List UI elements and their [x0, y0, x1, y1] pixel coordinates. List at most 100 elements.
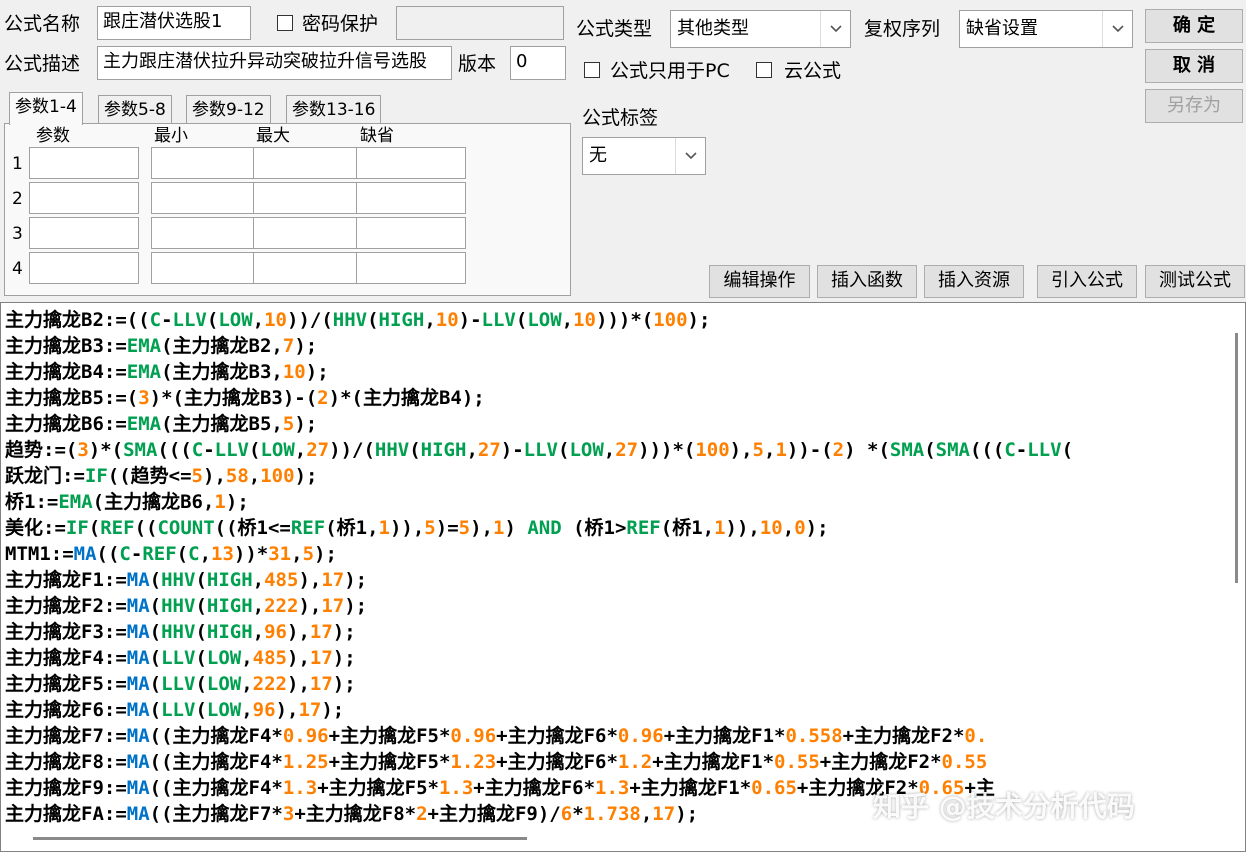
param-min-input[interactable]: [151, 147, 261, 179]
code-token: 31: [268, 543, 292, 565]
insert-resource-button[interactable]: 插入资源: [924, 265, 1024, 298]
vertical-scrollbar[interactable]: [1227, 303, 1245, 825]
save-as-button[interactable]: 另存为: [1145, 89, 1243, 123]
import-formula-button[interactable]: 引入公式: [1037, 265, 1137, 298]
code-line[interactable]: 主力擒龙F7:=MA((主力擒龙F4*0.96+主力擒龙F5*0.96+主力擒龙…: [1, 723, 1225, 749]
test-formula-button[interactable]: 测试公式: [1145, 265, 1245, 298]
code-token: +主力擒龙F2*: [842, 725, 965, 747]
code-token: LLV: [214, 439, 249, 461]
code-token: MA: [126, 725, 150, 747]
code-line[interactable]: 主力擒龙B5:=(3)*(主力擒龙B3)-(2)*(主力擒龙B4);: [1, 385, 1225, 411]
code-token: ))/(: [287, 309, 333, 331]
code-token: AND: [527, 517, 562, 539]
code-token: -: [130, 543, 143, 565]
vertical-scrollbar-thumb[interactable]: [1235, 333, 1238, 583]
formula-type-select[interactable]: 其他类型: [670, 10, 851, 48]
code-token: 1: [775, 439, 787, 461]
code-token: 主力擒龙F3:=: [5, 621, 127, 643]
code-token: HHV: [374, 439, 410, 461]
param-min-input[interactable]: [151, 217, 261, 249]
param-name-input[interactable]: [29, 217, 139, 249]
code-token: ,: [241, 647, 253, 669]
code-token: REF: [290, 517, 326, 539]
code-token: 100: [653, 309, 688, 331]
code-line[interactable]: 美化:=IF(REF((COUNT((桥1<=REF(桥1,1)),5)=5),…: [1, 515, 1225, 541]
code-token: 2: [832, 439, 845, 461]
code-token: SMA: [123, 439, 158, 461]
code-token: )*(: [88, 439, 124, 461]
code-line[interactable]: 主力擒龙F6:=MA(LLV(LOW,96),17);: [1, 697, 1225, 723]
param-max-input[interactable]: [253, 182, 363, 214]
code-line[interactable]: 趋势:=(3)*(SMA(((C-LLV(LOW,27))/(HHV(HIGH,…: [1, 437, 1225, 463]
edit-ops-button[interactable]: 编辑操作: [709, 265, 810, 298]
code-token: ,: [252, 621, 265, 643]
code-token: LOW: [206, 647, 242, 669]
param-row-number: 2: [12, 189, 23, 209]
param-name-input[interactable]: [29, 252, 139, 284]
code-token: 3: [77, 439, 89, 461]
code-line[interactable]: 主力擒龙B3:=EMA(主力擒龙B2,7);: [1, 333, 1225, 359]
rights-select[interactable]: 缺省设置: [959, 10, 1133, 48]
code-line[interactable]: 主力擒龙F4:=MA(LLV(LOW,485),17);: [1, 645, 1225, 671]
ok-button[interactable]: 确 定: [1145, 9, 1243, 43]
param-default-input[interactable]: [356, 217, 466, 249]
code-token: 17: [309, 621, 333, 643]
param-min-input[interactable]: [151, 252, 261, 284]
code-line[interactable]: MTM1:=MA((C-REF(C,13))*31,5);: [1, 541, 1225, 567]
code-token: 0.96: [282, 725, 329, 747]
tab-params-13-16[interactable]: 参数13-16: [286, 95, 382, 123]
param-default-input[interactable]: [356, 147, 466, 179]
param-max-input[interactable]: [253, 147, 363, 179]
code-token: 主力擒龙B2:=((: [5, 309, 150, 331]
param-name-input[interactable]: [29, 147, 139, 179]
code-line[interactable]: 主力擒龙F3:=MA(HHV(HIGH,96),17);: [1, 619, 1225, 645]
code-token: COUNT: [157, 517, 215, 539]
version-input[interactable]: 0: [510, 46, 566, 80]
cloud-formula-checkbox[interactable]: [756, 62, 772, 78]
password-input[interactable]: [396, 6, 564, 40]
param-max-input[interactable]: [253, 217, 363, 249]
cancel-button[interactable]: 取 消: [1145, 49, 1243, 83]
code-token: )-: [458, 309, 482, 331]
code-line[interactable]: 主力擒龙B6:=EMA(主力擒龙B5,5);: [1, 411, 1225, 437]
code-token: 100: [260, 465, 295, 487]
param-default-input[interactable]: [356, 182, 466, 214]
code-token: 主力擒龙F2:=: [5, 595, 127, 617]
code-line[interactable]: 桥1:=EMA(主力擒龙B6,1);: [1, 489, 1225, 515]
tab-params-9-12[interactable]: 参数9-12: [186, 95, 271, 123]
horizontal-scrollbar-thumb[interactable]: [33, 837, 527, 840]
formula-tag-select[interactable]: 无: [582, 137, 706, 175]
code-line[interactable]: 主力擒龙F1:=MA(HHV(HIGH,485),17);: [1, 567, 1225, 593]
password-protect-checkbox[interactable]: [277, 15, 293, 31]
pc-only-checkbox[interactable]: [584, 62, 600, 78]
formula-type-label: 公式类型: [576, 18, 653, 40]
code-line[interactable]: 主力擒龙B4:=EMA(主力擒龙B3,10);: [1, 359, 1225, 385]
code-line[interactable]: 主力擒龙F8:=MA((主力擒龙F4*1.25+主力擒龙F5*1.23+主力擒龙…: [1, 749, 1225, 775]
code-token: 5: [302, 543, 315, 565]
param-max-input[interactable]: [253, 252, 363, 284]
code-token: REF: [626, 517, 661, 539]
code-token: ,: [561, 309, 574, 331]
code-line[interactable]: 跃龙门:=IF((趋势<=5),58,100);: [1, 463, 1225, 489]
tab-params-1-4[interactable]: 参数1-4: [9, 92, 83, 125]
code-line[interactable]: 主力擒龙F5:=MA(LLV(LOW,222),17);: [1, 671, 1225, 697]
code-token: LOW: [218, 309, 253, 331]
param-name-input[interactable]: [29, 182, 139, 214]
code-token: EMA: [58, 491, 93, 513]
code-editor[interactable]: 主力擒龙B2:=((C-LLV(LOW,10))/(HHV(HIGH,10)-L…: [0, 302, 1246, 852]
code-token: HIGH: [378, 309, 425, 331]
code-line[interactable]: 主力擒龙B2:=((C-LLV(LOW,10))/(HHV(HIGH,10)-L…: [1, 307, 1225, 333]
code-area[interactable]: 主力擒龙B2:=((C-LLV(LOW,10))/(HHV(HIGH,10)-L…: [1, 307, 1225, 825]
param-min-input[interactable]: [151, 182, 261, 214]
param-default-input[interactable]: [356, 252, 466, 284]
insert-function-button[interactable]: 插入函数: [817, 265, 917, 298]
code-token: 主力擒龙F9:=: [5, 777, 127, 799]
code-token: LLV: [1027, 439, 1062, 461]
tab-params-5-8[interactable]: 参数5-8: [98, 95, 172, 123]
param-row-number: 1: [12, 154, 23, 174]
code-line[interactable]: 主力擒龙F2:=MA(HHV(HIGH,222),17);: [1, 593, 1225, 619]
horizontal-scrollbar[interactable]: [1, 825, 1245, 851]
code-token: LLV: [172, 309, 207, 331]
formula-name-input[interactable]: 跟庄潜伏选股1: [97, 6, 251, 40]
formula-desc-input[interactable]: 主力跟庄潜伏拉升异动突破拉升信号选股: [97, 46, 452, 80]
